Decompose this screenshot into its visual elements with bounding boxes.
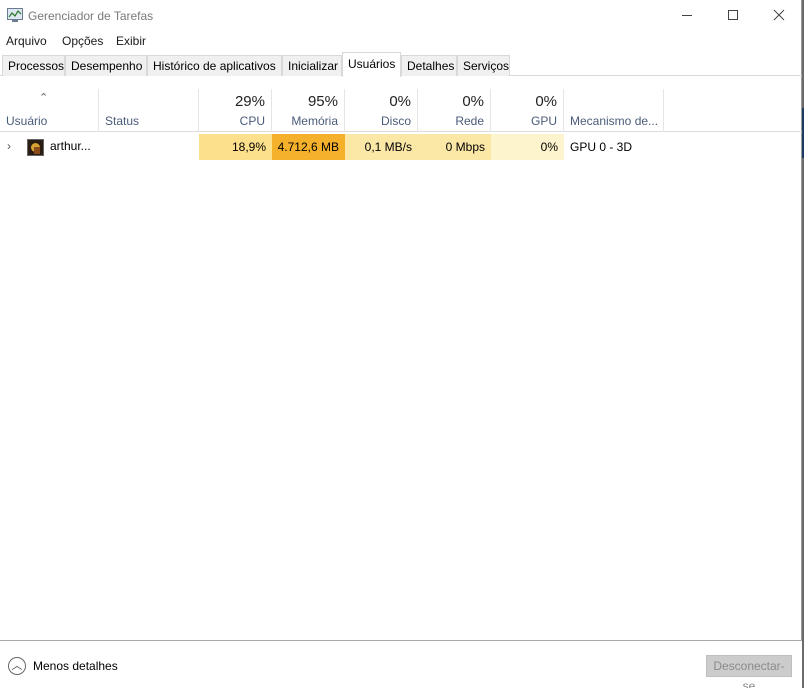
tab-historico[interactable]: Histórico de aplicativos xyxy=(147,55,282,76)
chevron-right-icon[interactable]: › xyxy=(7,134,11,159)
task-manager-app-icon xyxy=(7,8,23,22)
col-network-pct: 0% xyxy=(462,93,484,110)
tab-servicos[interactable]: Serviços xyxy=(457,55,510,76)
col-gpu[interactable]: 0% GPU xyxy=(491,89,564,132)
column-header: ⌃ Usuário Status 29% CPU 95% Memória 0% … xyxy=(0,89,802,132)
col-status-label: Status xyxy=(105,114,140,128)
tab-desempenho[interactable]: Desempenho xyxy=(65,55,147,76)
row-status xyxy=(99,134,199,160)
col-cpu[interactable]: 29% CPU xyxy=(199,89,272,132)
col-gpu-pct: 0% xyxy=(535,93,557,110)
title-bar[interactable]: Gerenciador de Tarefas xyxy=(0,0,802,31)
minimize-button[interactable] xyxy=(664,0,710,31)
col-user-label: Usuário xyxy=(6,114,48,128)
tab-inicializar[interactable]: Inicializar xyxy=(282,55,342,76)
tab-usuarios[interactable]: Usuários xyxy=(342,52,401,77)
menu-arquivo[interactable]: Arquivo xyxy=(6,34,47,48)
avatar xyxy=(27,139,44,156)
row-user: arthur... xyxy=(50,139,91,153)
disconnect-button[interactable]: Desconectar-se xyxy=(706,655,792,688)
row-gpu: 0% xyxy=(491,134,564,160)
fewer-details-link[interactable]: Menos detalhes xyxy=(33,659,118,673)
col-user[interactable]: ⌃ Usuário xyxy=(0,89,99,132)
row-network: 0 Mbps xyxy=(418,134,491,160)
table-row[interactable]: › arthur... 18,9% 4.712,6 MB 0,1 MB/s 0 … xyxy=(0,134,802,160)
window-title: Gerenciador de Tarefas xyxy=(28,9,154,23)
col-disk-pct: 0% xyxy=(389,93,411,110)
col-gpu-label: GPU xyxy=(530,114,557,128)
tab-strip: Processos Desempenho Histórico de aplica… xyxy=(0,52,802,77)
tab-processos[interactable]: Processos xyxy=(2,55,65,76)
task-manager-window: Gerenciador de Tarefas Arquivo Opções Ex… xyxy=(0,0,802,688)
col-memory-label: Memória xyxy=(291,114,338,128)
menu-opcoes[interactable]: Opções xyxy=(62,34,103,48)
col-memory[interactable]: 95% Memória xyxy=(272,89,345,132)
col-gpu-engine[interactable]: Mecanismo de... xyxy=(564,89,664,132)
row-cpu: 18,9% xyxy=(199,134,272,160)
close-icon xyxy=(773,9,785,21)
col-network-label: Rede xyxy=(455,114,484,128)
row-memory: 4.712,6 MB xyxy=(272,134,345,160)
menu-exibir[interactable]: Exibir xyxy=(116,34,146,48)
tab-detalhes[interactable]: Detalhes xyxy=(401,55,457,76)
sort-ascending-icon: ⌃ xyxy=(39,92,49,104)
footer: ︿ Menos detalhes Desconectar-se xyxy=(0,640,802,688)
minimize-icon xyxy=(682,15,692,16)
row-gpu-engine: GPU 0 - 3D xyxy=(570,140,633,154)
close-button[interactable] xyxy=(756,0,802,31)
col-network[interactable]: 0% Rede xyxy=(418,89,491,132)
col-memory-pct: 95% xyxy=(307,93,338,110)
row-disk: 0,1 MB/s xyxy=(345,134,418,160)
col-disk[interactable]: 0% Disco xyxy=(345,89,418,132)
menu-bar: Arquivo Opções Exibir xyxy=(0,31,802,51)
col-cpu-label: CPU xyxy=(239,114,265,128)
col-gpu-engine-label: Mecanismo de... xyxy=(570,114,659,128)
col-cpu-pct: 29% xyxy=(234,93,265,110)
maximize-button[interactable] xyxy=(710,0,756,31)
chevron-up-icon[interactable]: ︿ xyxy=(8,657,26,675)
col-disk-label: Disco xyxy=(380,114,411,128)
col-status[interactable]: Status xyxy=(99,89,199,132)
maximize-icon xyxy=(728,10,738,20)
